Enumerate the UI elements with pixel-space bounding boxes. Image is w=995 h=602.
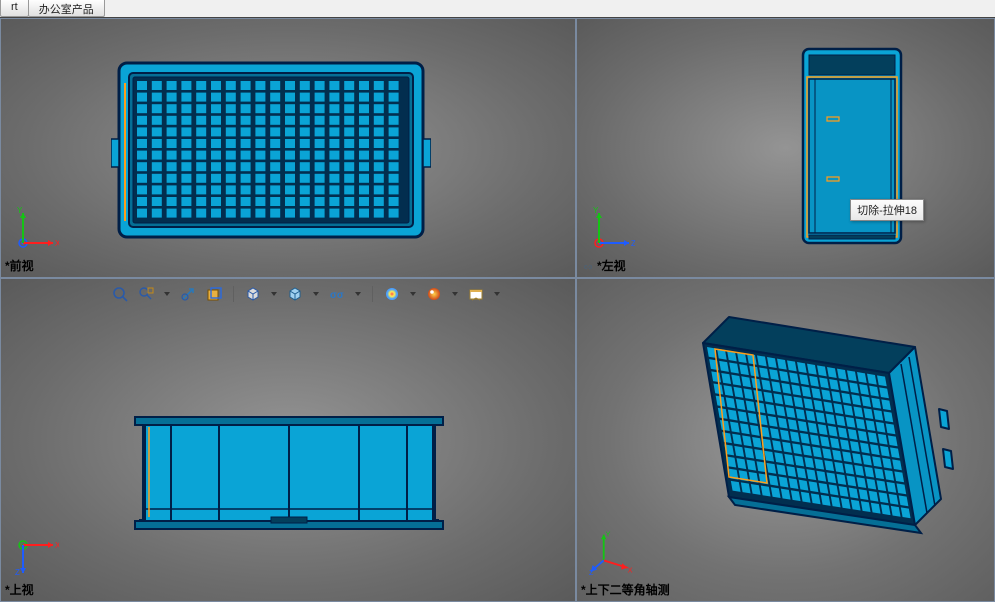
view-orient-icon[interactable] xyxy=(244,285,262,303)
svg-text:X: X xyxy=(55,541,59,550)
viewport-front[interactable]: X Y *前视 xyxy=(0,18,576,278)
svg-text:Y: Y xyxy=(17,207,23,215)
dropdown-icon[interactable] xyxy=(312,286,320,302)
svg-text:Z: Z xyxy=(15,568,20,577)
toolbar-separator xyxy=(233,286,234,302)
link-icon xyxy=(581,262,595,272)
dropdown-icon[interactable] xyxy=(163,286,171,302)
model-front xyxy=(111,49,431,249)
viewport-label-left: *左视 xyxy=(581,257,626,274)
model-isometric xyxy=(653,289,973,569)
zoom-area-icon[interactable] xyxy=(137,285,155,303)
hide-show-icon[interactable]: σσ xyxy=(328,285,346,303)
svg-text:σσ: σσ xyxy=(330,290,344,301)
viewport-label-iso: *上下二等角轴测 xyxy=(581,581,670,598)
viewport-isometric[interactable]: Y X Z *上下二等角轴测 xyxy=(576,278,995,602)
tab-bar: rt 办公室产品 xyxy=(0,0,995,18)
edit-appearance-icon[interactable] xyxy=(383,285,401,303)
viewport-top[interactable]: σσ xyxy=(0,278,576,602)
svg-text:Y: Y xyxy=(606,531,611,539)
display-style-icon[interactable] xyxy=(286,285,304,303)
model-top xyxy=(131,409,447,537)
dropdown-icon[interactable] xyxy=(493,286,501,302)
viewport-left[interactable]: Z Y 切除-拉伸18 *左视 xyxy=(576,18,995,278)
svg-text:Z: Z xyxy=(589,568,594,577)
heads-up-toolbar: σσ xyxy=(111,285,501,303)
toolbar-separator xyxy=(372,286,373,302)
tab-rt[interactable]: rt xyxy=(0,0,29,17)
view-settings-icon[interactable] xyxy=(467,285,485,303)
dropdown-icon[interactable] xyxy=(270,286,278,302)
svg-text:Y: Y xyxy=(593,207,599,215)
section-icon[interactable] xyxy=(205,285,223,303)
dropdown-icon[interactable] xyxy=(354,286,362,302)
viewport-label-front: *前视 xyxy=(5,257,34,274)
view-triad-left: Z Y xyxy=(589,207,635,253)
svg-text:X: X xyxy=(628,565,633,574)
dropdown-icon[interactable] xyxy=(409,286,417,302)
dropdown-icon[interactable] xyxy=(451,286,459,302)
zoom-prev-icon[interactable] xyxy=(179,285,197,303)
view-triad-iso: Y X Z xyxy=(589,531,635,577)
svg-text:X: X xyxy=(55,239,59,248)
apply-scene-icon[interactable] xyxy=(425,285,443,303)
svg-text:Z: Z xyxy=(631,239,635,248)
viewport-grid: X Y *前视 xyxy=(0,18,995,602)
zoom-fit-icon[interactable] xyxy=(111,285,129,303)
viewport-label-top: *上视 xyxy=(5,581,34,598)
feature-tooltip: 切除-拉伸18 xyxy=(850,199,924,221)
view-triad-front: X Y xyxy=(13,207,59,253)
view-triad-top: X Z xyxy=(13,531,59,577)
tab-office-products[interactable]: 办公室产品 xyxy=(28,0,105,17)
